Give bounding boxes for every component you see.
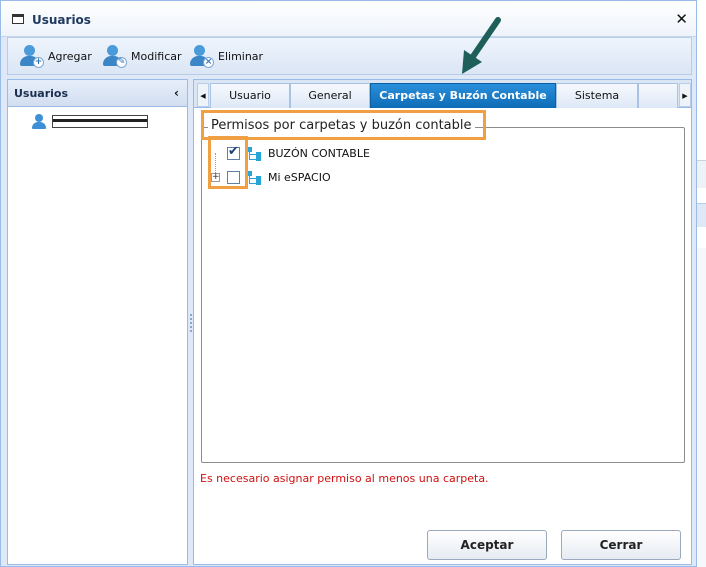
edit-user-button[interactable]: ✎ Modificar — [101, 38, 182, 74]
tab-more[interactable] — [638, 83, 678, 108]
users-list-panel: Usuarios ‹ — [7, 79, 188, 565]
tab-carpetas[interactable]: Carpetas y Buzón Contable — [370, 83, 556, 108]
tree-node-icon — [246, 171, 262, 185]
user-list-item[interactable] — [32, 113, 148, 129]
user-icon — [32, 113, 46, 129]
validation-error: Es necesario asignar permiso al menos un… — [200, 472, 489, 485]
window-title: Usuarios — [32, 13, 91, 27]
tree-node-icon — [246, 147, 262, 161]
checkbox-highlight — [208, 136, 248, 189]
toolbar: + Agregar ✎ Modificar × Eliminar — [7, 37, 692, 75]
accept-button[interactable]: Aceptar — [427, 530, 547, 560]
window-icon — [12, 14, 24, 24]
close-icon[interactable]: ✕ — [675, 12, 688, 27]
tab-usuario[interactable]: Usuario — [210, 83, 290, 108]
delete-user-label: Eliminar — [218, 49, 264, 63]
delete-user-icon: × — [188, 43, 214, 69]
users-panel-header: Usuarios ‹ — [8, 80, 187, 107]
redacted-user-name — [52, 114, 148, 128]
users-panel-title: Usuarios — [14, 87, 69, 100]
background-window-edge — [697, 0, 706, 567]
user-details-panel: ◀ Usuario General Carpetas y Buzón Conta… — [193, 79, 692, 565]
title-bar: Usuarios ✕ — [1, 1, 696, 37]
add-user-button[interactable]: + Agregar — [18, 38, 92, 74]
add-user-icon: + — [18, 43, 44, 69]
splitter-grip — [190, 314, 192, 334]
annotation-arrow-icon — [462, 17, 501, 74]
node-label-buzon[interactable]: BUZÓN CONTABLE — [268, 147, 370, 160]
delete-user-button[interactable]: × Eliminar — [188, 38, 263, 74]
users-window: Usuarios ✕ + Agregar ✎ Modificar × Elimi… — [0, 0, 697, 567]
collapse-panel-icon[interactable]: ‹ — [174, 86, 179, 100]
tab-strip: ◀ Usuario General Carpetas y Buzón Conta… — [194, 80, 691, 108]
bg-edge-part — [697, 160, 706, 188]
node-label-mi-espacio[interactable]: Mi eSPACIO — [268, 171, 331, 184]
edit-user-label: Modificar — [131, 49, 182, 63]
bg-edge-part — [697, 248, 706, 567]
tab-sistema[interactable]: Sistema — [556, 83, 638, 108]
edit-user-icon: ✎ — [101, 43, 127, 69]
add-user-label: Agregar — [48, 49, 92, 63]
tab-general[interactable]: General — [290, 83, 370, 108]
bg-edge-part — [697, 203, 706, 227]
close-button[interactable]: Cerrar — [561, 530, 681, 560]
scroll-right-icon[interactable]: ▶ — [679, 83, 691, 107]
scroll-left-icon[interactable]: ◀ — [197, 83, 209, 107]
